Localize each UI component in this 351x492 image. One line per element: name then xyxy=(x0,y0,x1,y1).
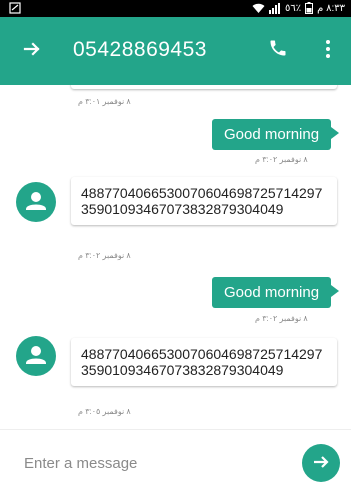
incoming-message-bubble[interactable]: 4887704066530070604698725714297359010934… xyxy=(71,338,337,386)
message-input[interactable] xyxy=(10,445,292,481)
status-time: ٨:٣٣ م xyxy=(317,2,345,14)
battery-percent: ٥٦٪ xyxy=(284,2,302,14)
send-button[interactable] xyxy=(302,444,340,482)
contact-avatar[interactable] xyxy=(16,182,56,222)
phone-icon[interactable] xyxy=(268,38,288,63)
message-timestamp: ٨ نوفمبر ٣:٠٢ م xyxy=(78,251,131,260)
outgoing-message-bubble[interactable]: Good morning xyxy=(212,119,340,150)
message-text: 4887704066530070604698725714297359010934… xyxy=(81,346,323,378)
battery-icon xyxy=(305,2,314,14)
more-vert-icon[interactable] xyxy=(325,39,331,64)
message-list[interactable]: ٨ نوفمبر ٣:٠١ م Good morning ٨ نوفمبر ٣:… xyxy=(0,85,351,429)
message-timestamp: ٨ نوفمبر ٣:٠٢ م xyxy=(255,155,308,164)
signal-icon xyxy=(268,2,281,14)
incoming-message-bubble[interactable] xyxy=(71,85,337,89)
message-composer xyxy=(0,429,351,492)
status-bar: ٥٦٪ ٨:٣٣ م xyxy=(0,0,351,17)
arrow-right-icon[interactable] xyxy=(22,39,42,64)
message-timestamp: ٨ نوفمبر ٣:٠٥ م xyxy=(78,407,131,416)
incoming-message-bubble[interactable]: 4887704066530070604698725714297359010934… xyxy=(71,177,337,225)
message-text: Good morning xyxy=(224,126,320,143)
message-timestamp: ٨ نوفمبر ٣:٠١ م xyxy=(78,97,131,106)
message-text: 4887704066530070604698725714297359010934… xyxy=(81,185,323,217)
send-arrow-icon xyxy=(312,453,330,474)
contact-phone-number: 05428869453 xyxy=(73,38,207,61)
message-text: Good morning xyxy=(224,284,320,301)
message-timestamp: ٨ نوفمبر ٣:٠٢ م xyxy=(255,314,308,323)
wifi-icon xyxy=(252,3,265,14)
outgoing-message-bubble[interactable]: Good morning xyxy=(212,277,340,308)
contact-avatar[interactable] xyxy=(16,336,56,376)
notification-icon xyxy=(9,2,21,14)
conversation-header: 05428869453 xyxy=(0,17,351,85)
